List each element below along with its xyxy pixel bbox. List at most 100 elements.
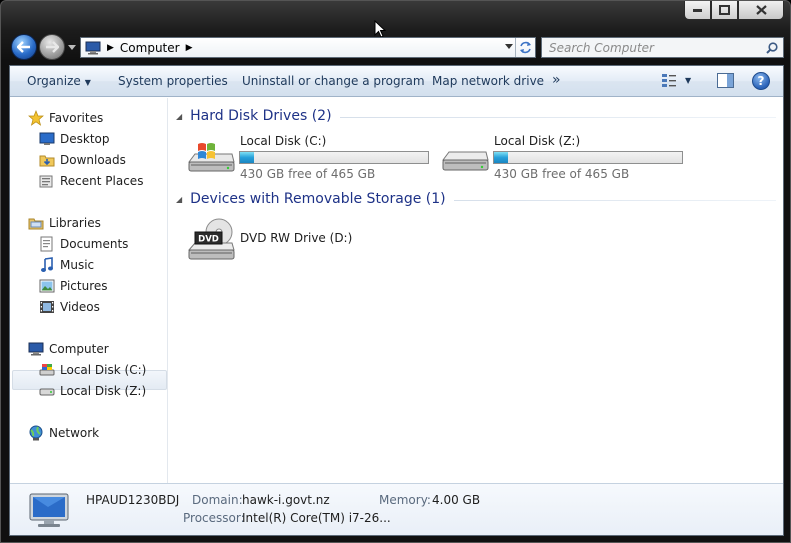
help-icon: ?	[757, 74, 765, 88]
sidebar-item-label: Videos	[60, 300, 100, 314]
address-bar[interactable]: ▶ Computer ▶	[80, 37, 536, 58]
processor-label: Processor:	[183, 511, 245, 525]
sidebar-item-local-disk-z[interactable]: Local Disk (Z:)	[39, 381, 146, 401]
videos-filmstrip-icon	[39, 299, 55, 315]
sidebar-item-desktop[interactable]: Desktop	[39, 129, 110, 149]
sidebar-item-label: Computer	[49, 342, 109, 356]
star-icon	[28, 110, 44, 126]
drive-usage-bar	[493, 151, 683, 164]
drive-free-space: 430 GB free of 465 GB	[240, 167, 376, 181]
navigation-pane: Favorites Desktop Downloads Recent Place…	[10, 98, 168, 483]
sidebar-item-music[interactable]: Music	[39, 255, 94, 275]
sidebar-item-label: Desktop	[60, 132, 110, 146]
chevron-down-icon: ▼	[685, 75, 692, 85]
sidebar-item-label: Music	[60, 258, 95, 272]
drive-tile-dvd-rw[interactable]: DVD DVD RW Drive (D:)	[186, 216, 436, 270]
refresh-button[interactable]	[515, 38, 535, 57]
search-icon[interactable]	[766, 41, 778, 54]
computer-icon	[85, 41, 101, 54]
uninstall-program-button[interactable]: Uninstall or change a program	[242, 74, 425, 88]
sidebar-item-label: Local Disk (C:)	[60, 363, 147, 377]
collapse-arrow-icon[interactable]: ◢	[176, 112, 182, 121]
preview-pane-icon[interactable]	[717, 73, 734, 88]
forward-button[interactable]	[39, 34, 65, 60]
breadcrumb-separator[interactable]: ▶	[107, 43, 114, 53]
close-button[interactable]	[738, 1, 784, 20]
group-header-removable-storage[interactable]: ◢ Devices with Removable Storage (1)	[176, 191, 776, 207]
downloads-folder-icon	[39, 152, 55, 168]
sidebar-item-label: Pictures	[60, 279, 108, 293]
search-box[interactable]	[541, 37, 784, 58]
more-commands-button[interactable]: »	[552, 72, 561, 88]
help-button[interactable]: ?	[752, 72, 770, 90]
sidebar-item-videos[interactable]: Videos	[39, 297, 100, 317]
pictures-icon	[39, 278, 55, 294]
sidebar-item-favorites[interactable]: Favorites	[28, 108, 103, 128]
sidebar-item-network[interactable]: Network	[28, 423, 99, 443]
drive-free-space: 430 GB free of 465 GB	[494, 167, 630, 181]
breadcrumb-computer[interactable]: Computer	[120, 41, 180, 55]
recent-places-icon	[39, 173, 55, 189]
sidebar-item-pictures[interactable]: Pictures	[39, 276, 108, 296]
computer-name: HPAUD1230BDJ	[86, 493, 180, 507]
organize-label: Organize	[27, 74, 81, 88]
sidebar-item-recent-places[interactable]: Recent Places	[39, 171, 143, 191]
dvd-drive-icon: DVD	[187, 218, 235, 260]
view-options-icon	[662, 74, 676, 87]
memory-value: 4.00 GB	[432, 493, 481, 507]
group-title: Devices with Removable Storage (1)	[190, 191, 446, 207]
content-view: ◢ Hard Disk Drives (2) Local Disk (C:) 4…	[170, 98, 782, 483]
chevron-down-icon: ▼	[84, 78, 91, 87]
sidebar-item-label: Network	[49, 426, 100, 440]
map-network-drive-button[interactable]: Map network drive	[432, 74, 544, 88]
drive-name: DVD RW Drive (D:)	[240, 231, 353, 245]
sidebar-item-documents[interactable]: Documents	[39, 234, 128, 254]
sidebar-item-label: Documents	[60, 237, 129, 251]
sidebar-item-downloads[interactable]: Downloads	[39, 150, 126, 170]
navigation-row: ▶ Computer ▶	[9, 34, 784, 61]
drive-tile-local-disk-z[interactable]: Local Disk (Z:) 430 GB free of 465 GB	[440, 134, 690, 188]
client-area: Organize ▼ System properties Uninstall or…	[9, 65, 784, 536]
desktop-icon	[39, 131, 55, 147]
hard-drive-icon	[442, 151, 489, 171]
drive-usage-fill	[494, 152, 509, 163]
back-button[interactable]	[11, 34, 37, 60]
group-header-hard-disk[interactable]: ◢ Hard Disk Drives (2)	[176, 108, 776, 124]
memory-label: Memory:	[379, 493, 431, 507]
group-divider	[453, 199, 776, 201]
sidebar-item-label: Favorites	[49, 111, 104, 125]
organize-button[interactable]: Organize ▼	[27, 74, 91, 88]
refresh-icon	[520, 41, 531, 54]
sidebar-item-label: Recent Places	[60, 174, 144, 188]
hard-drive-icon	[39, 383, 55, 399]
explorer-window: ▶ Computer ▶ Organize▼ System proper	[0, 0, 791, 543]
sidebar-item-computer[interactable]: Computer	[28, 339, 109, 359]
maximize-button[interactable]	[711, 1, 738, 20]
computer-icon	[28, 341, 44, 357]
music-note-icon	[39, 257, 55, 273]
command-bar: Organize ▼ System properties Uninstall or…	[10, 66, 783, 97]
maximize-icon	[719, 5, 730, 15]
change-view-button[interactable]: ▼	[661, 73, 691, 87]
processor-value: Intel(R) Core(TM) i7-26...	[242, 511, 391, 525]
system-properties-button[interactable]: System properties	[118, 74, 228, 88]
address-dropdown-icon[interactable]	[505, 44, 513, 49]
details-pane: HPAUD1230BDJ Domain: hawk-i.govt.nz Memo…	[10, 483, 783, 535]
collapse-arrow-icon[interactable]: ◢	[176, 195, 182, 204]
drive-usage-bar	[239, 151, 429, 164]
sidebar-item-local-disk-c[interactable]: Local Disk (C:)	[39, 360, 146, 380]
system-drive-icon	[39, 362, 55, 378]
recent-pages-dropdown-icon[interactable]	[68, 45, 76, 50]
group-divider	[339, 116, 776, 118]
dvd-label: DVD	[198, 235, 219, 245]
sidebar-item-label: Downloads	[60, 153, 126, 167]
breadcrumb-separator[interactable]: ▶	[186, 43, 193, 53]
drive-name: Local Disk (Z:)	[494, 134, 581, 148]
drive-tile-local-disk-c[interactable]: Local Disk (C:) 430 GB free of 465 GB	[186, 134, 436, 188]
close-icon	[755, 5, 767, 15]
sidebar-item-label: Libraries	[49, 216, 101, 230]
minimize-button[interactable]	[684, 1, 711, 20]
sidebar-item-libraries[interactable]: Libraries	[28, 213, 101, 233]
network-globe-icon	[28, 425, 44, 441]
search-input[interactable]	[542, 38, 766, 57]
